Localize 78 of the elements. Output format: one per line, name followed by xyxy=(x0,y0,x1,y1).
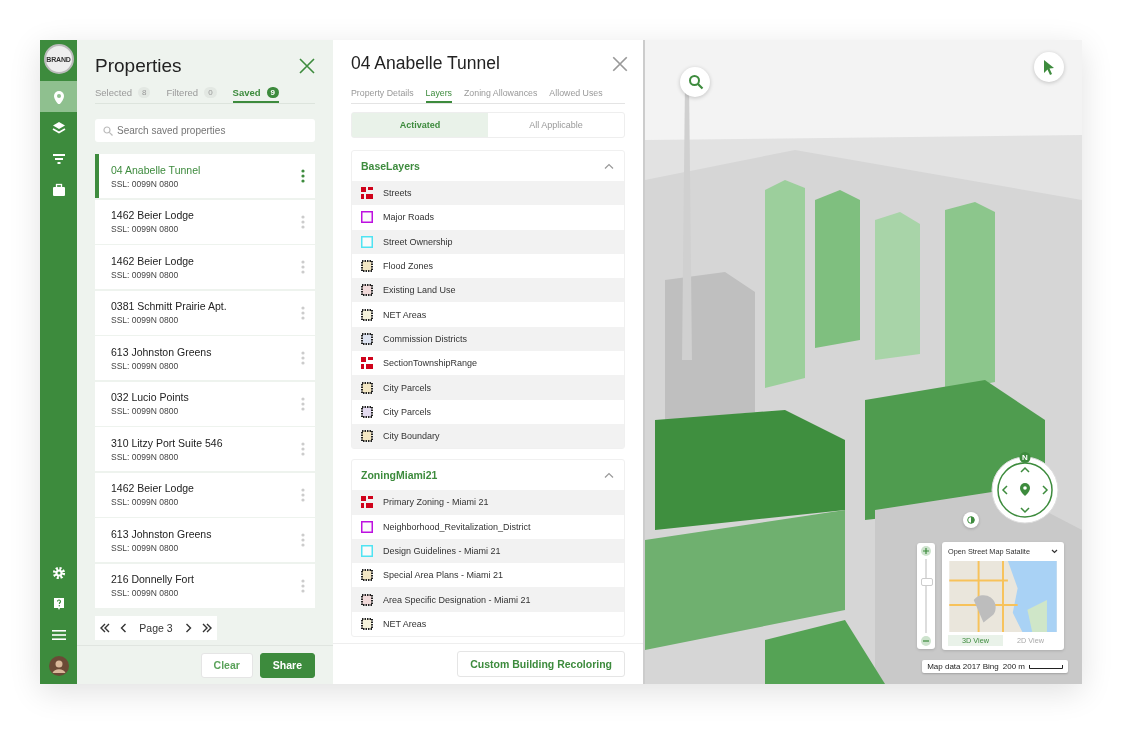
property-ssl: SSL: 0099N 0800 xyxy=(111,542,180,553)
chevron-up-icon[interactable] xyxy=(604,472,614,479)
group-title: ZoningMiami21 xyxy=(361,469,438,482)
property-item[interactable]: 0381 Schmitt Prairie Apt. SSL: 0099N 0800 xyxy=(95,290,315,335)
property-name: 216 Donnelly Fort xyxy=(111,573,195,585)
layers-icon xyxy=(51,120,66,135)
pin-icon xyxy=(51,89,66,104)
property-name: 613 Johnston Greens xyxy=(111,527,213,540)
property-item[interactable]: 1462 Beier Lodge SSL: 0099N 0800 xyxy=(95,199,315,244)
layer-row[interactable]: City Parcels xyxy=(352,399,624,424)
property-ssl: SSL: 0099N 0800 xyxy=(111,269,180,280)
property-item[interactable]: 216 Donnelly Fort SSL: 0099N 0800 xyxy=(95,563,315,608)
panel-title: 04 Anabelle Tunnel xyxy=(351,53,500,74)
count-badge: 9 xyxy=(266,87,280,98)
layer-row[interactable]: Major Roads xyxy=(352,205,624,230)
briefcase-icon xyxy=(51,182,66,197)
layer-row[interactable]: Commission Districts xyxy=(352,326,624,352)
layer-row[interactable]: City Parcels xyxy=(352,375,624,400)
property-name: 310 Litzy Port Suite 546 xyxy=(111,436,224,449)
group-title: BaseLayers xyxy=(361,160,420,172)
last-page-icon[interactable] xyxy=(201,622,212,633)
avatar-icon xyxy=(48,656,69,676)
layer-row[interactable]: NET Areas xyxy=(352,302,624,327)
more-icon[interactable] xyxy=(301,169,305,183)
property-item[interactable]: 04 Anabelle Tunnel SSL: 0099N 0800 xyxy=(95,154,315,198)
property-ssl: SSL: 0099N 0800 xyxy=(111,224,180,234)
menu-icon[interactable] xyxy=(51,627,66,642)
share-button[interactable]: Share xyxy=(259,652,315,678)
property-name: 04 Anabelle Tunnel xyxy=(111,163,202,176)
nav-item[interactable] xyxy=(40,81,77,112)
page-label: Page 3 xyxy=(139,621,173,634)
search-field[interactable]: Search saved properties xyxy=(95,119,315,142)
segment-button[interactable]: Activated xyxy=(352,113,488,137)
property-ssl: SSL: 0099N 0800 xyxy=(111,497,180,507)
layer-row[interactable]: Area Specific Designation - Miami 21 xyxy=(352,587,624,612)
property-item[interactable]: 613 Johnston Greens SSL: 0099N 0800 xyxy=(95,336,315,380)
property-ssl: SSL: 0099N 0800 xyxy=(111,360,180,371)
tab[interactable]: Saved 9 xyxy=(232,87,280,103)
property-name: 0381 Schmitt Prairie Apt. xyxy=(111,300,228,312)
previous-page-icon[interactable] xyxy=(119,622,129,633)
property-item[interactable]: 310 Litzy Port Suite 546 SSL: 0099N 0800 xyxy=(95,427,315,471)
property-item[interactable]: 1462 Beier Lodge SSL: 0099N 0800 xyxy=(95,245,315,289)
property-ssl: SSL: 0099N 0800 xyxy=(111,315,180,325)
recolor-button[interactable]: Custom Building Recoloring xyxy=(457,651,625,677)
property-name: 1462 Beier Lodge xyxy=(111,254,195,267)
first-page-icon[interactable] xyxy=(100,622,111,633)
layer-row[interactable]: Primary Zoning - Miami 21 xyxy=(352,490,624,515)
settings-icon[interactable] xyxy=(51,565,66,580)
layer-row[interactable]: Streets xyxy=(352,181,624,206)
layer-row[interactable]: SectionTownshipRange xyxy=(352,351,624,376)
property-name: 032 Lucio Points xyxy=(111,391,190,403)
layer-row[interactable]: Flood Zones xyxy=(352,253,624,279)
chevron-up-icon[interactable] xyxy=(604,163,614,169)
close-icon[interactable] xyxy=(611,54,629,73)
layer-row[interactable]: Existing Land Use xyxy=(352,278,624,303)
property-name: 1462 Beier Lodge xyxy=(111,482,195,494)
count-badge: 8 xyxy=(138,87,151,98)
property-item[interactable]: 032 Lucio Points SSL: 0099N 0800 xyxy=(95,381,315,426)
layer-row[interactable]: Design Guidelines - Miami 21 xyxy=(352,538,624,564)
property-name: 613 Johnston Greens xyxy=(111,345,213,358)
panel-title: Properties xyxy=(95,55,182,77)
layer-row[interactable]: NET Areas xyxy=(352,611,624,637)
search-icon xyxy=(103,125,113,136)
tab[interactable]: Layers xyxy=(425,88,452,103)
property-item[interactable]: 613 Johnston Greens SSL: 0099N 0800 xyxy=(95,518,315,562)
property-ssl: SSL: 0099N 0800 xyxy=(111,451,180,462)
layer-row[interactable]: Street Ownership xyxy=(352,229,624,254)
layer-row[interactable]: Neighborhood_Revitalization_District xyxy=(352,514,624,539)
property-ssl: SSL: 0099N 0800 xyxy=(111,588,180,598)
property-ssl: SSL: 0099N 0800 xyxy=(111,406,180,416)
layer-row[interactable]: City Boundary xyxy=(352,423,624,449)
property-ssl: SSL: 0099N 0800 xyxy=(111,178,180,189)
help-icon[interactable] xyxy=(51,596,66,611)
property-name: 1462 Beier Lodge xyxy=(111,209,195,221)
property-item[interactable]: 1462 Beier Lodge SSL: 0099N 0800 xyxy=(95,472,315,517)
close-icon[interactable] xyxy=(298,57,316,75)
filter-icon xyxy=(51,151,66,166)
layer-row[interactable]: Special Area Plans - Miami 21 xyxy=(352,563,624,588)
